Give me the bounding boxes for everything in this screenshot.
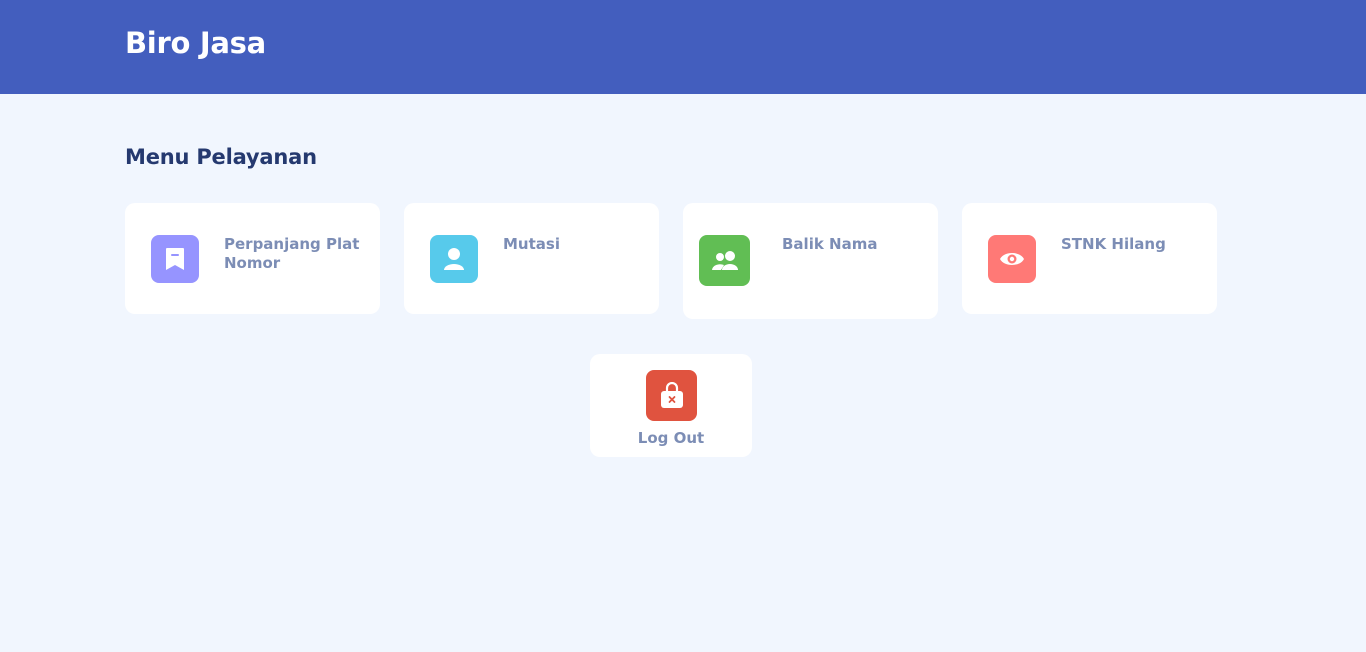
page-title: Menu Pelayanan	[125, 145, 317, 169]
brand-title[interactable]: Biro Jasa	[125, 24, 266, 62]
eye-icon	[988, 235, 1036, 283]
menu-card-stnk-hilang[interactable]: STNK Hilang	[962, 203, 1217, 314]
menu-card-label: Balik Nama	[782, 235, 878, 253]
person-icon	[430, 235, 478, 283]
menu-card-mutasi[interactable]: Mutasi	[404, 203, 659, 314]
logout-button[interactable]: Log Out	[590, 354, 752, 457]
menu-card-label: Perpanjang Plat Nomor	[224, 235, 360, 272]
menu-card-label: Mutasi	[503, 235, 560, 253]
bookmark-icon	[151, 235, 199, 283]
bag-x-icon	[646, 370, 697, 421]
menu-card-perpanjang-plat-nomor[interactable]: Perpanjang Plat Nomor	[125, 203, 380, 314]
top-navbar: Biro Jasa	[0, 0, 1366, 94]
people-icon	[699, 235, 750, 286]
menu-card-balik-nama[interactable]: Balik Nama	[683, 203, 938, 319]
logout-label: Log Out	[637, 429, 705, 447]
menu-card-label: STNK Hilang	[1061, 235, 1166, 253]
